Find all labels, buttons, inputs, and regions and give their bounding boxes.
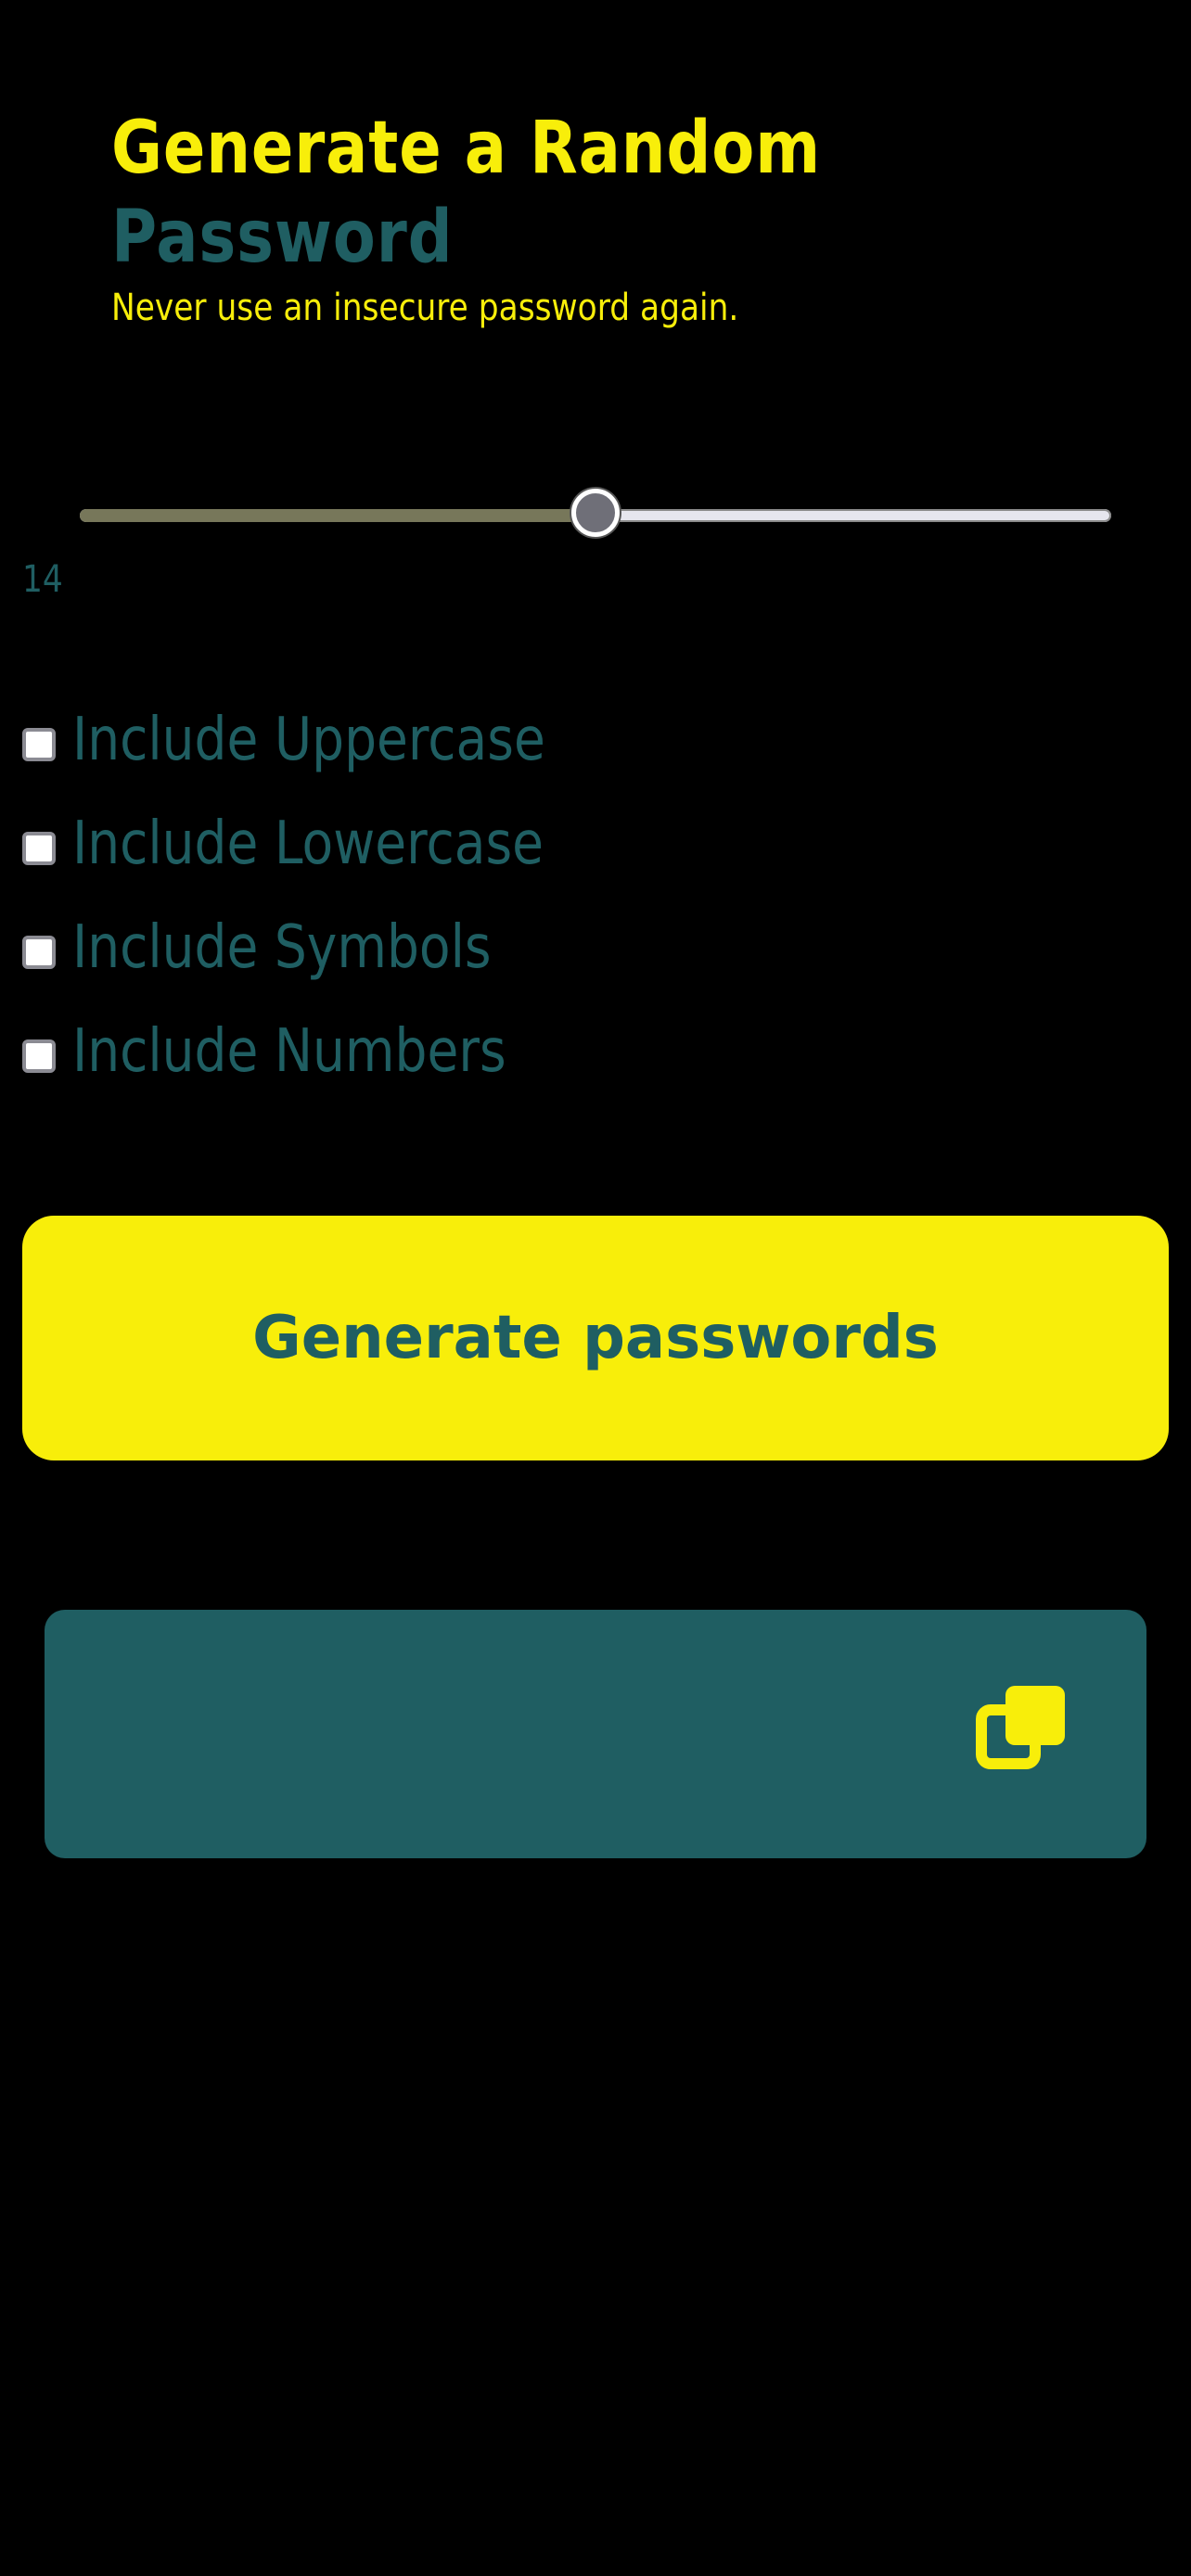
page-title-line2: Password xyxy=(111,196,454,279)
password-length-slider[interactable] xyxy=(80,489,1111,537)
page-title-line1: Generate a Random xyxy=(111,107,821,190)
page-subtitle: Never use an insecure password again. xyxy=(111,287,739,329)
generate-button-label: Generate passwords xyxy=(252,1304,939,1372)
option-label: Include Numbers xyxy=(72,1017,506,1086)
option-label: Include Lowercase xyxy=(72,810,544,878)
numbers-checkbox[interactable] xyxy=(22,1039,56,1073)
option-label: Include Uppercase xyxy=(72,706,545,774)
slider-fill xyxy=(80,509,596,522)
generate-passwords-button[interactable]: Generate passwords xyxy=(22,1216,1169,1460)
options-list: Include Uppercase Include Lowercase Incl… xyxy=(22,688,622,1103)
option-lowercase[interactable]: Include Lowercase xyxy=(22,792,622,896)
option-numbers[interactable]: Include Numbers xyxy=(22,1000,622,1103)
uppercase-checkbox[interactable] xyxy=(22,728,56,761)
option-uppercase[interactable]: Include Uppercase xyxy=(22,688,622,792)
option-label: Include Symbols xyxy=(72,913,492,982)
symbols-checkbox[interactable] xyxy=(22,936,56,969)
lowercase-checkbox[interactable] xyxy=(22,832,56,865)
password-length-value: 14 xyxy=(22,558,63,601)
option-symbols[interactable]: Include Symbols xyxy=(22,896,622,1000)
copy-button[interactable] xyxy=(972,1678,1076,1782)
slider-thumb[interactable] xyxy=(571,489,620,537)
copy-icon xyxy=(976,1686,1065,1769)
header: Generate a Random Password Never use an … xyxy=(111,104,1132,334)
password-output[interactable] xyxy=(45,1610,1146,1858)
